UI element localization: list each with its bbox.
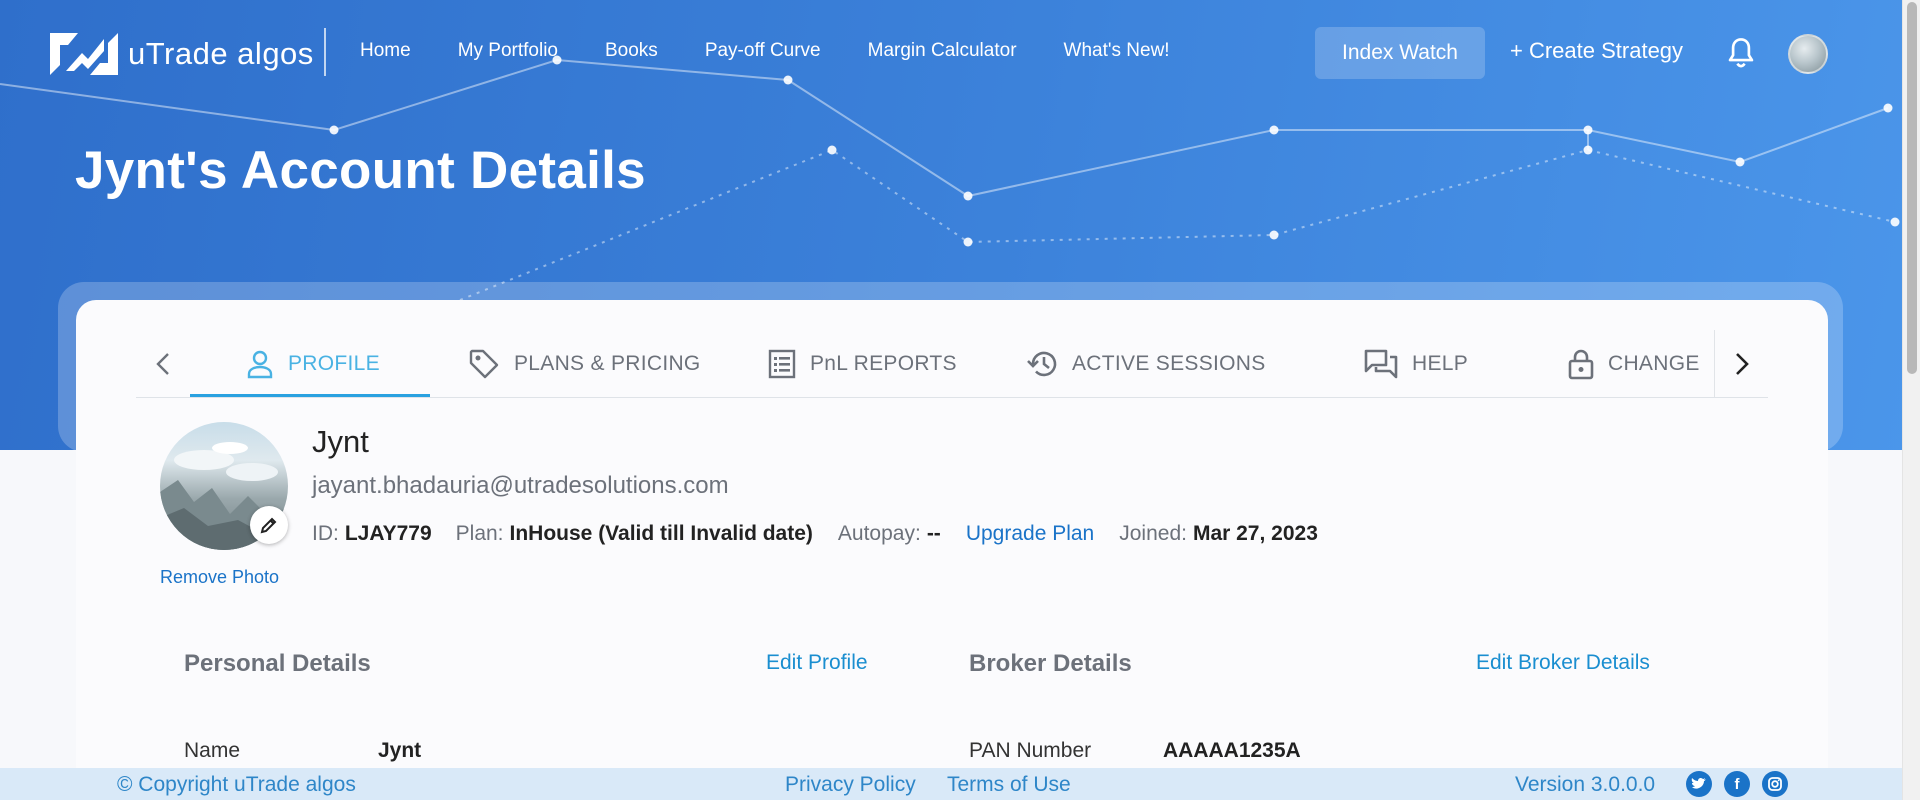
user-avatar[interactable]: [1788, 34, 1828, 74]
tab-change-password[interactable]: CHANGE: [1568, 330, 1700, 397]
top-navbar: uTrade algos Home My Portfolio Books Pay…: [0, 0, 1920, 108]
edit-profile-link[interactable]: Edit Profile: [766, 651, 868, 675]
autopay-label: Autopay:: [837, 522, 921, 545]
terms-of-use-link[interactable]: Terms of Use: [947, 773, 1071, 797]
id-label: ID:: [312, 522, 339, 545]
plan-value: InHouse (Valid till Invalid date): [509, 522, 813, 545]
history-icon: [1027, 351, 1057, 376]
chevron-left-icon: [156, 352, 169, 375]
tab-profile[interactable]: PROFILE: [246, 330, 380, 397]
tab-plans-pricing[interactable]: PLANS & PRICING: [468, 330, 701, 397]
page-scrollbar[interactable]: [1902, 0, 1920, 800]
nav-margin-calculator[interactable]: Margin Calculator: [868, 40, 1017, 62]
scrollbar-thumb[interactable]: [1907, 2, 1917, 374]
profile-email: jayant.bhadauria@utradesolutions.com: [312, 472, 729, 499]
nav-home[interactable]: Home: [360, 40, 411, 62]
upgrade-plan-link[interactable]: Upgrade Plan: [966, 522, 1094, 546]
nav-links: Home My Portfolio Books Pay-off Curve Ma…: [360, 40, 1170, 62]
tab-label: HELP: [1412, 351, 1469, 375]
joined-value: Mar 27, 2023: [1192, 522, 1318, 545]
tab-label: ACTIVE SESSIONS: [1072, 351, 1266, 375]
tab-help[interactable]: HELP: [1364, 330, 1468, 397]
nav-books[interactable]: Books: [605, 40, 658, 62]
twitter-icon[interactable]: [1686, 771, 1712, 797]
logo-divider: [324, 28, 326, 76]
bell-icon[interactable]: [1726, 37, 1756, 71]
report-list-icon: [768, 349, 796, 378]
utrade-logo-icon: [50, 33, 118, 75]
instagram-icon[interactable]: [1762, 771, 1788, 797]
create-strategy-button[interactable]: + Create Strategy: [1510, 38, 1683, 64]
tab-label: PnL REPORTS: [810, 351, 957, 375]
tag-icon: [469, 349, 499, 378]
brand-logo[interactable]: uTrade algos: [48, 30, 314, 78]
pan-number-value: AAAAA1235A: [1163, 739, 1301, 762]
copyright-text: © Copyright uTrade algos: [117, 773, 356, 796]
version-text: Version 3.0.0.0: [1515, 773, 1656, 796]
edit-broker-details-link[interactable]: Edit Broker Details: [1476, 651, 1650, 675]
name-label: Name: [184, 739, 241, 762]
nav-my-portfolio[interactable]: My Portfolio: [458, 40, 558, 62]
id-value: LJAY779: [344, 522, 432, 545]
tab-active-sessions[interactable]: ACTIVE SESSIONS: [1026, 330, 1266, 397]
privacy-policy-link[interactable]: Privacy Policy: [785, 773, 916, 797]
pan-number-label: PAN Number: [969, 739, 1092, 762]
active-tab-indicator: [190, 394, 430, 397]
chat-bubbles-icon: [1364, 349, 1398, 378]
name-value: Jynt: [378, 739, 422, 762]
account-tabs: PROFILE PLANS & PRICING PnL REPORTS ACTI…: [136, 330, 1768, 398]
profile-name: Jynt: [312, 424, 369, 459]
nav-payoff-curve[interactable]: Pay-off Curve: [705, 40, 821, 62]
tabs-scroll-right-button[interactable]: [1714, 330, 1768, 397]
joined-label: Joined:: [1119, 522, 1187, 545]
index-watch-button[interactable]: Index Watch: [1315, 27, 1485, 79]
personal-details-title: Personal Details: [184, 650, 371, 677]
pencil-icon: [260, 517, 277, 534]
chevron-right-icon: [1735, 352, 1749, 375]
profile-meta-row: ID: LJAY779 Plan: InHouse (Valid till In…: [312, 522, 1318, 546]
brand-name: uTrade algos: [128, 36, 314, 71]
tab-label: CHANGE: [1608, 351, 1700, 375]
plan-label: Plan:: [455, 522, 504, 545]
person-icon: [247, 350, 273, 378]
tab-label: PLANS & PRICING: [514, 351, 701, 375]
lock-icon: [1568, 349, 1594, 379]
page-title: Jynt's Account Details: [75, 141, 646, 200]
tabs-scroll-left-button[interactable]: [136, 330, 190, 397]
tab-pnl-reports[interactable]: PnL REPORTS: [768, 330, 957, 397]
facebook-icon[interactable]: f: [1724, 771, 1750, 797]
tab-label: PROFILE: [288, 351, 380, 375]
remove-photo-link[interactable]: Remove Photo: [160, 567, 279, 588]
nav-whats-new[interactable]: What's New!: [1064, 40, 1170, 62]
footer: © Copyright uTrade algos Privacy Policy …: [0, 768, 1920, 800]
autopay-value: --: [926, 522, 941, 545]
edit-photo-button[interactable]: [250, 506, 288, 544]
broker-details-title: Broker Details: [969, 650, 1132, 677]
